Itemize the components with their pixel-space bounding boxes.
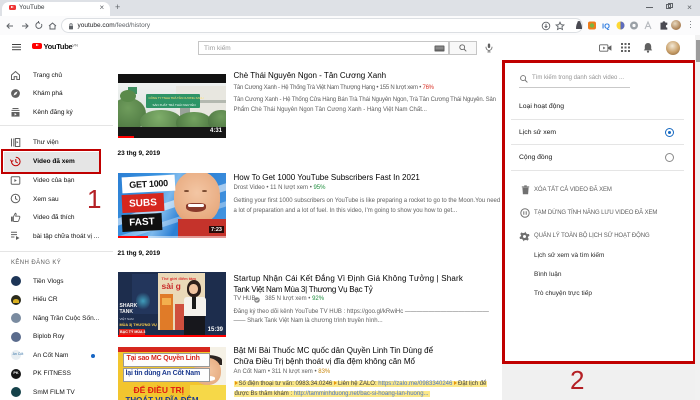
svg-text:IQ: IQ — [602, 21, 610, 30]
